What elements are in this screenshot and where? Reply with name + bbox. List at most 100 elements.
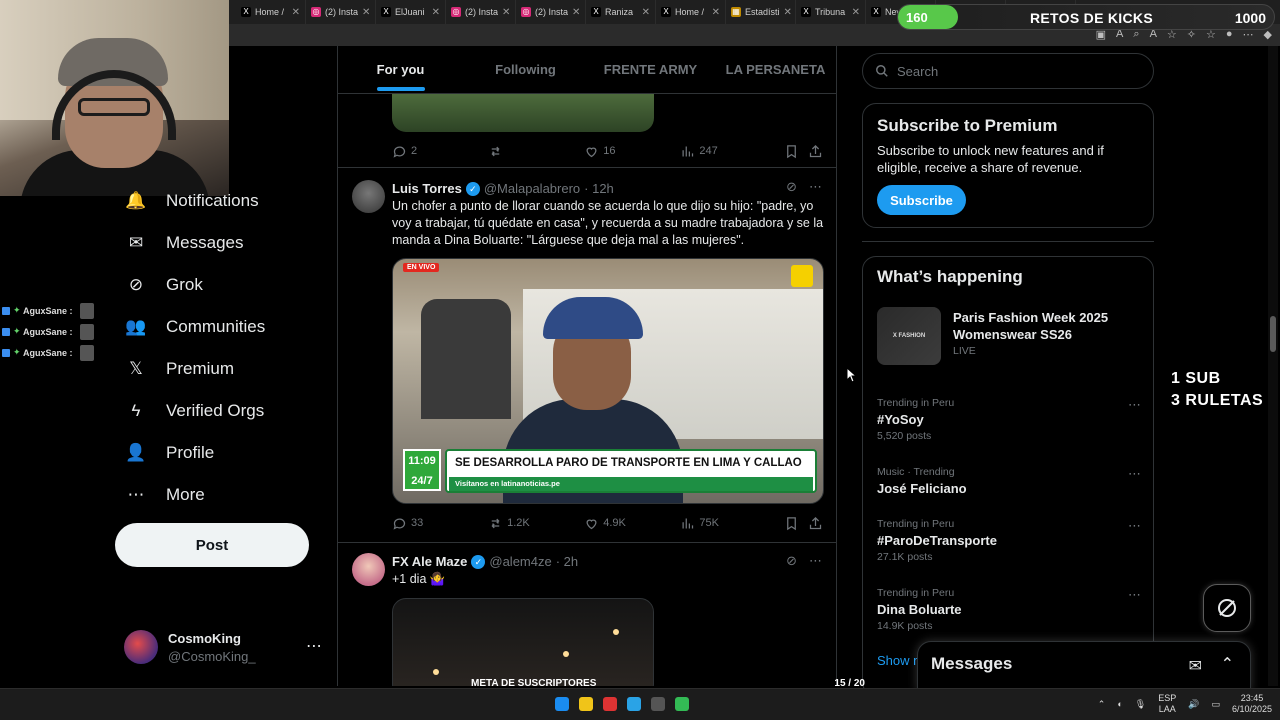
nav-item-premium[interactable]: 𝕏 Premium (112, 348, 332, 390)
trend-item[interactable]: Trending in Peru #YoSoy 5,520 posts ⋯ (877, 397, 1141, 447)
sparkle-badge-icon: ✦ (13, 305, 21, 315)
trend-item[interactable]: Trending in Peru #ParoDeTransporte 27.1K p… (877, 518, 1141, 568)
post-image[interactable] (392, 598, 654, 686)
expand-chevron-icon[interactable]: ⌃ (1221, 654, 1234, 674)
edge-browser-icon[interactable] (627, 697, 641, 711)
subscribe-button[interactable]: Subscribe (877, 185, 966, 215)
messages-drawer[interactable]: Messages ✉ ⌃ (917, 641, 1251, 691)
browser-tab[interactable]: ▦ Estadísti ✕ (726, 0, 796, 24)
post-author-handle[interactable]: @alem4ze (489, 554, 551, 569)
trend-item[interactable]: Music · Trending José Feliciano ⋯ (877, 466, 1141, 516)
more-dots-icon[interactable]: ⋯ (1128, 587, 1141, 603)
microphone-icon[interactable]: 🎙 (1135, 699, 1146, 710)
views-button[interactable]: 75K (680, 516, 784, 531)
copilot-icon[interactable]: ◆ (1264, 28, 1272, 41)
repost-button[interactable] (488, 144, 584, 159)
grok-explain-icon[interactable]: ⊘ (786, 179, 797, 195)
post-author-handle[interactable]: @Malapalabrero (484, 181, 580, 196)
avatar[interactable] (352, 180, 385, 213)
timeline-tab[interactable]: LA PERSANETA (713, 46, 836, 93)
file-explorer-icon[interactable] (579, 697, 593, 711)
browser-tab[interactable]: X Tribuna ✕ (796, 0, 866, 24)
close-icon[interactable]: ✕ (292, 7, 300, 18)
previous-post-media[interactable] (392, 94, 654, 132)
timeline-tab[interactable]: FRENTE ARMY (588, 46, 713, 93)
share-button[interactable] (808, 516, 828, 531)
broadcast-24-7: 24/7 (411, 475, 433, 487)
grok-floating-button[interactable] (1203, 584, 1251, 632)
browser-tab[interactable]: ◎ (2) Insta ✕ (306, 0, 376, 24)
more-dots-icon[interactable]: ⋯ (306, 636, 322, 656)
account-switcher[interactable]: CosmoKing @CosmoKing_ ⋯ (122, 628, 322, 668)
timeline-tab[interactable]: For you (338, 46, 463, 93)
browser-tab[interactable]: ◎ (2) Insta ✕ (446, 0, 516, 24)
browser-tab[interactable]: X Home / ✕ (236, 0, 306, 24)
battery-icon[interactable]: ▭ (1211, 699, 1220, 710)
more-dots-icon[interactable]: ⋯ (1128, 518, 1141, 534)
windows-start-icon[interactable] (555, 697, 569, 711)
nav-item-communities[interactable]: 👥 Communities (112, 306, 332, 348)
avatar[interactable] (352, 553, 385, 586)
nav-item-verified-orgs[interactable]: ϟ Verified Orgs (112, 390, 332, 432)
post-author-name[interactable]: Luis Torres (392, 181, 462, 196)
share-button[interactable] (808, 144, 828, 159)
stream-chat-overlay: ✦ AguxSane : ✦ AguxSane : ✦ AguxSane : (2, 300, 94, 363)
browser-tab-label: (2) Insta (535, 7, 569, 17)
search-input[interactable]: Search (862, 53, 1154, 89)
bookmark-button[interactable] (784, 516, 808, 531)
like-button[interactable]: 16 (584, 144, 680, 159)
close-icon[interactable]: ✕ (712, 7, 720, 18)
trend-item[interactable]: Trending in Peru Dina Boluarte 14.9K posts… (877, 587, 1141, 637)
nav-item-messages[interactable]: ✉ Messages (112, 222, 332, 264)
nav-item-more[interactable]: ⋯ More (112, 474, 332, 516)
more-dots-icon[interactable]: ⋯ (1128, 397, 1141, 413)
browser-tab[interactable]: ◎ (2) Insta ✕ (516, 0, 586, 24)
post-video[interactable]: EN VIVO 11:09 24/7 SE DESARROLLA PARO DE… (392, 258, 824, 504)
close-icon[interactable]: ✕ (502, 7, 510, 18)
language-indicator[interactable]: ESP LAA (1158, 693, 1176, 715)
app-icon[interactable] (675, 697, 689, 711)
close-icon[interactable]: ✕ (572, 7, 580, 18)
more-dots-icon[interactable]: ⋯ (1128, 466, 1141, 482)
app-icon[interactable] (603, 697, 617, 711)
close-icon[interactable]: ✕ (784, 7, 792, 18)
post-divider (338, 167, 836, 168)
close-icon[interactable]: ✕ (852, 7, 860, 18)
nav-item-notifications[interactable]: 🔔 Notifications (112, 180, 332, 222)
browser-tab[interactable]: X Raniza ✕ (586, 0, 656, 24)
reply-icon (393, 146, 406, 158)
nav-item-profile[interactable]: 👤 Profile (112, 432, 332, 474)
obs-icon[interactable] (651, 697, 665, 711)
more-dots-icon[interactable]: ⋯ (809, 179, 822, 195)
tray-chevron-icon[interactable]: ⌃ (1098, 699, 1106, 710)
grok-icon: ⊘ (128, 275, 144, 294)
post-time[interactable]: · 12h (584, 181, 614, 196)
close-icon[interactable]: ✕ (362, 7, 370, 18)
scrollbar-thumb[interactable] (1270, 316, 1276, 352)
close-icon[interactable]: ✕ (432, 7, 440, 18)
browser-tab[interactable]: X Home / ✕ (656, 0, 726, 24)
browser-tab[interactable]: X ElJuani ✕ (376, 0, 446, 24)
bookmark-button[interactable] (784, 144, 808, 159)
x-logo-icon: 𝕏 (129, 359, 143, 378)
post-author-name[interactable]: FX Ale Maze (392, 554, 467, 569)
speaker-icon[interactable]: 🔊 (1188, 699, 1199, 710)
featured-event[interactable]: X FASHION Paris Fashion Week 2025 Womens… (877, 307, 1141, 367)
post-button[interactable]: Post (115, 523, 309, 567)
news-subline: Visítanos en latinanoticias.pe (449, 477, 813, 491)
like-button[interactable]: 4.9K (584, 516, 680, 531)
close-icon[interactable]: ✕ (642, 7, 650, 18)
more-dots-icon[interactable]: ⋯ (809, 553, 822, 569)
taskbar-clock[interactable]: 23:45 6/10/2025 (1232, 693, 1272, 715)
post-time[interactable]: · 2h (556, 554, 578, 569)
page-scrollbar[interactable] (1268, 46, 1278, 686)
reply-button[interactable]: 33 (392, 516, 488, 531)
nav-item-grok[interactable]: ⊘ Grok (112, 264, 332, 306)
new-message-icon[interactable]: ✉ (1189, 656, 1202, 676)
reply-button[interactable]: 2 (392, 144, 488, 159)
repost-button[interactable]: 1.2K (488, 516, 584, 531)
grok-explain-icon[interactable]: ⊘ (786, 553, 797, 569)
timeline-tab[interactable]: Following (463, 46, 588, 93)
tray-app-icon[interactable]: ◐ (1117, 699, 1122, 709)
views-button[interactable]: 247 (680, 144, 784, 159)
